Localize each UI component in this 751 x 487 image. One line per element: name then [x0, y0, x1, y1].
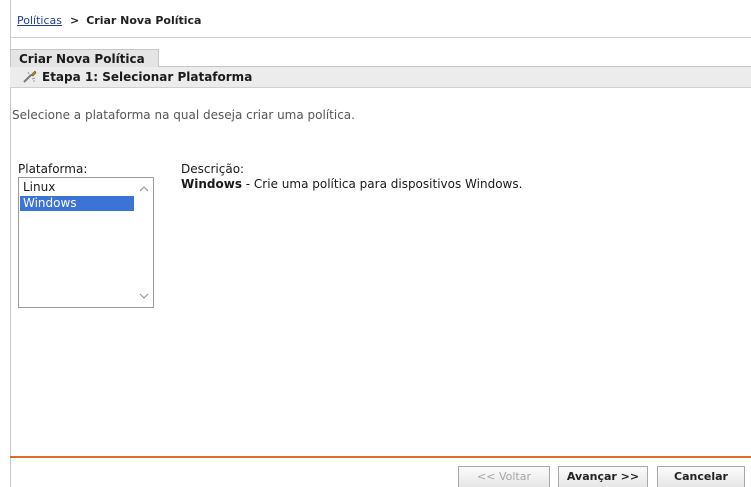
- footer-divider: [10, 456, 751, 458]
- wizard-step-icon: [23, 70, 37, 83]
- listbox-scrollbar[interactable]: [136, 179, 152, 306]
- platform-option-linux[interactable]: Linux: [20, 180, 134, 195]
- breadcrumb-separator: >: [69, 14, 80, 27]
- description-text: Windows - Crie uma política para disposi…: [181, 177, 522, 191]
- top-divider: [10, 37, 751, 38]
- step-title: Etapa 1: Selecionar Plataforma: [42, 70, 253, 84]
- instructions-text: Selecione a plataforma na qual deseja cr…: [12, 108, 355, 122]
- description-label: Descrição:: [181, 162, 245, 176]
- back-button[interactable]: << Voltar: [458, 466, 550, 487]
- description-detail: - Crie uma política para dispositivos Wi…: [241, 177, 523, 191]
- next-button[interactable]: Avançar >>: [558, 466, 648, 487]
- breadcrumb-link-policies[interactable]: Políticas: [17, 14, 62, 27]
- cancel-button[interactable]: Cancelar: [657, 466, 745, 487]
- breadcrumb-current: Criar Nova Política: [86, 14, 202, 27]
- platform-label: Plataforma:: [18, 162, 88, 176]
- step-header: Etapa 1: Selecionar Plataforma: [10, 67, 751, 88]
- platform-option-windows[interactable]: Windows: [20, 196, 134, 211]
- description-platform-name: Windows: [181, 177, 242, 191]
- wizard-tab: Criar Nova Política: [10, 49, 159, 67]
- platform-listbox[interactable]: Linux Windows: [18, 177, 154, 308]
- chevron-down-icon[interactable]: [139, 292, 149, 300]
- breadcrumb: Políticas > Criar Nova Política: [17, 14, 201, 28]
- chevron-up-icon[interactable]: [139, 185, 149, 193]
